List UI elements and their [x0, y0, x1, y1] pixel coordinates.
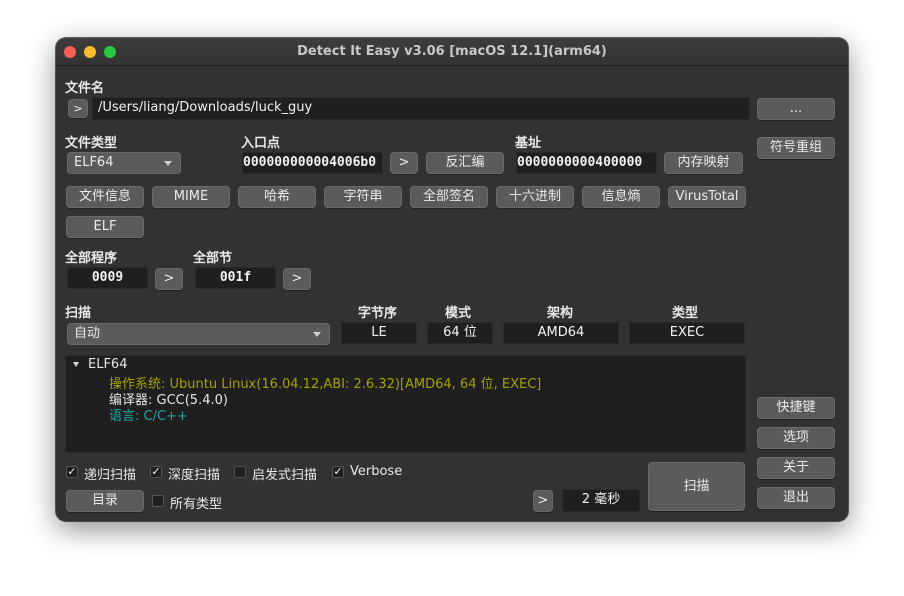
verbose-label: Verbose [350, 464, 403, 479]
all-types-checkbox[interactable] [152, 495, 164, 507]
file-expand-button[interactable]: > [68, 99, 88, 118]
tree-root-item[interactable]: ELF64 [88, 357, 127, 372]
programs-go-button[interactable]: > [155, 268, 183, 290]
entry-point-label: 入口点 [241, 136, 281, 151]
type-field: EXEC [629, 322, 745, 344]
time-go-button[interactable]: > [533, 490, 553, 512]
exit-button[interactable]: 退出 [757, 487, 835, 509]
directory-button[interactable]: 目录 [66, 490, 144, 512]
endianness-field: LE [341, 322, 417, 344]
mode-label: 模式 [445, 306, 472, 321]
about-button[interactable]: 关于 [757, 457, 835, 479]
entry-point-go-button[interactable]: > [390, 152, 418, 174]
recursive-scan-checkbox[interactable]: ✓ [66, 466, 78, 478]
heuristic-scan-checkbox[interactable] [234, 466, 246, 478]
browse-button[interactable]: ... [757, 98, 835, 120]
programs-count-field[interactable]: 0009 [67, 267, 148, 289]
file-info-button[interactable]: 文件信息 [66, 186, 144, 208]
shortcuts-button[interactable]: 快捷键 [757, 397, 835, 419]
scan-mode-value: 自动 [74, 326, 101, 341]
options-button[interactable]: 选项 [757, 427, 835, 449]
deep-scan-checkbox[interactable]: ✓ [150, 466, 162, 478]
base-address-label: 基址 [515, 136, 542, 151]
sections-label: 全部节 [193, 251, 233, 266]
scan-button[interactable]: 扫描 [648, 462, 745, 511]
disassemble-button[interactable]: 反汇编 [426, 152, 504, 174]
elf-button[interactable]: ELF [66, 216, 144, 238]
heuristic-scan-label: 启发式扫描 [252, 468, 318, 483]
window-title: Detect It Easy v3.06 [macOS 12.1](arm64) [297, 44, 607, 59]
programs-label: 全部程序 [65, 251, 118, 266]
hash-button[interactable]: 哈希 [238, 186, 316, 208]
file-name-label: 文件名 [65, 81, 105, 96]
tree-language-item[interactable]: 语言: C/C++ [109, 405, 188, 424]
all-types-label: 所有类型 [170, 497, 223, 512]
main-window: Detect It Easy v3.06 [macOS 12.1](arm64)… [56, 38, 848, 521]
all-signatures-button[interactable]: 全部签名 [410, 186, 488, 208]
verbose-checkbox[interactable]: ✓ [332, 466, 344, 478]
recursive-scan-label: 递归扫描 [84, 468, 137, 483]
hex-button[interactable]: 十六进制 [496, 186, 574, 208]
strings-button[interactable]: 字符串 [324, 186, 402, 208]
sections-go-button[interactable]: > [283, 268, 311, 290]
sections-count-field[interactable]: 001f [195, 267, 276, 289]
deep-scan-label: 深度扫描 [168, 468, 221, 483]
mime-button[interactable]: MIME [152, 186, 230, 208]
rebuild-symbols-button[interactable]: 符号重组 [757, 137, 835, 159]
endianness-label: 字节序 [358, 306, 398, 321]
file-type-label: 文件类型 [65, 136, 118, 151]
results-tree[interactable]: ELF64 操作系统: Ubuntu Linux(16.04.12,ABI: 2… [65, 355, 746, 453]
arch-label: 架构 [547, 306, 574, 321]
entropy-button[interactable]: 信息熵 [582, 186, 660, 208]
scan-time-field: 2 毫秒 [562, 489, 640, 512]
chevron-down-icon [313, 332, 321, 337]
arch-field: AMD64 [503, 322, 619, 344]
mode-field: 64 位 [427, 322, 493, 344]
virustotal-button[interactable]: VirusTotal [668, 186, 746, 208]
title-bar: Detect It Easy v3.06 [macOS 12.1](arm64) [56, 38, 848, 66]
file-type-select[interactable]: ELF64 [67, 152, 181, 174]
scan-label: 扫描 [65, 306, 92, 321]
expand-triangle-icon[interactable] [73, 362, 79, 367]
memory-map-button[interactable]: 内存映射 [664, 152, 743, 174]
scan-mode-select[interactable]: 自动 [67, 323, 330, 345]
file-path-input[interactable]: /Users/liang/Downloads/luck_guy [92, 97, 750, 120]
base-address-field[interactable]: 0000000000400000 [516, 152, 657, 174]
type-label: 类型 [672, 306, 699, 321]
file-type-value: ELF64 [74, 155, 114, 170]
chevron-down-icon [164, 161, 172, 166]
entry-point-field[interactable]: 000000000004006b0 [242, 152, 383, 174]
